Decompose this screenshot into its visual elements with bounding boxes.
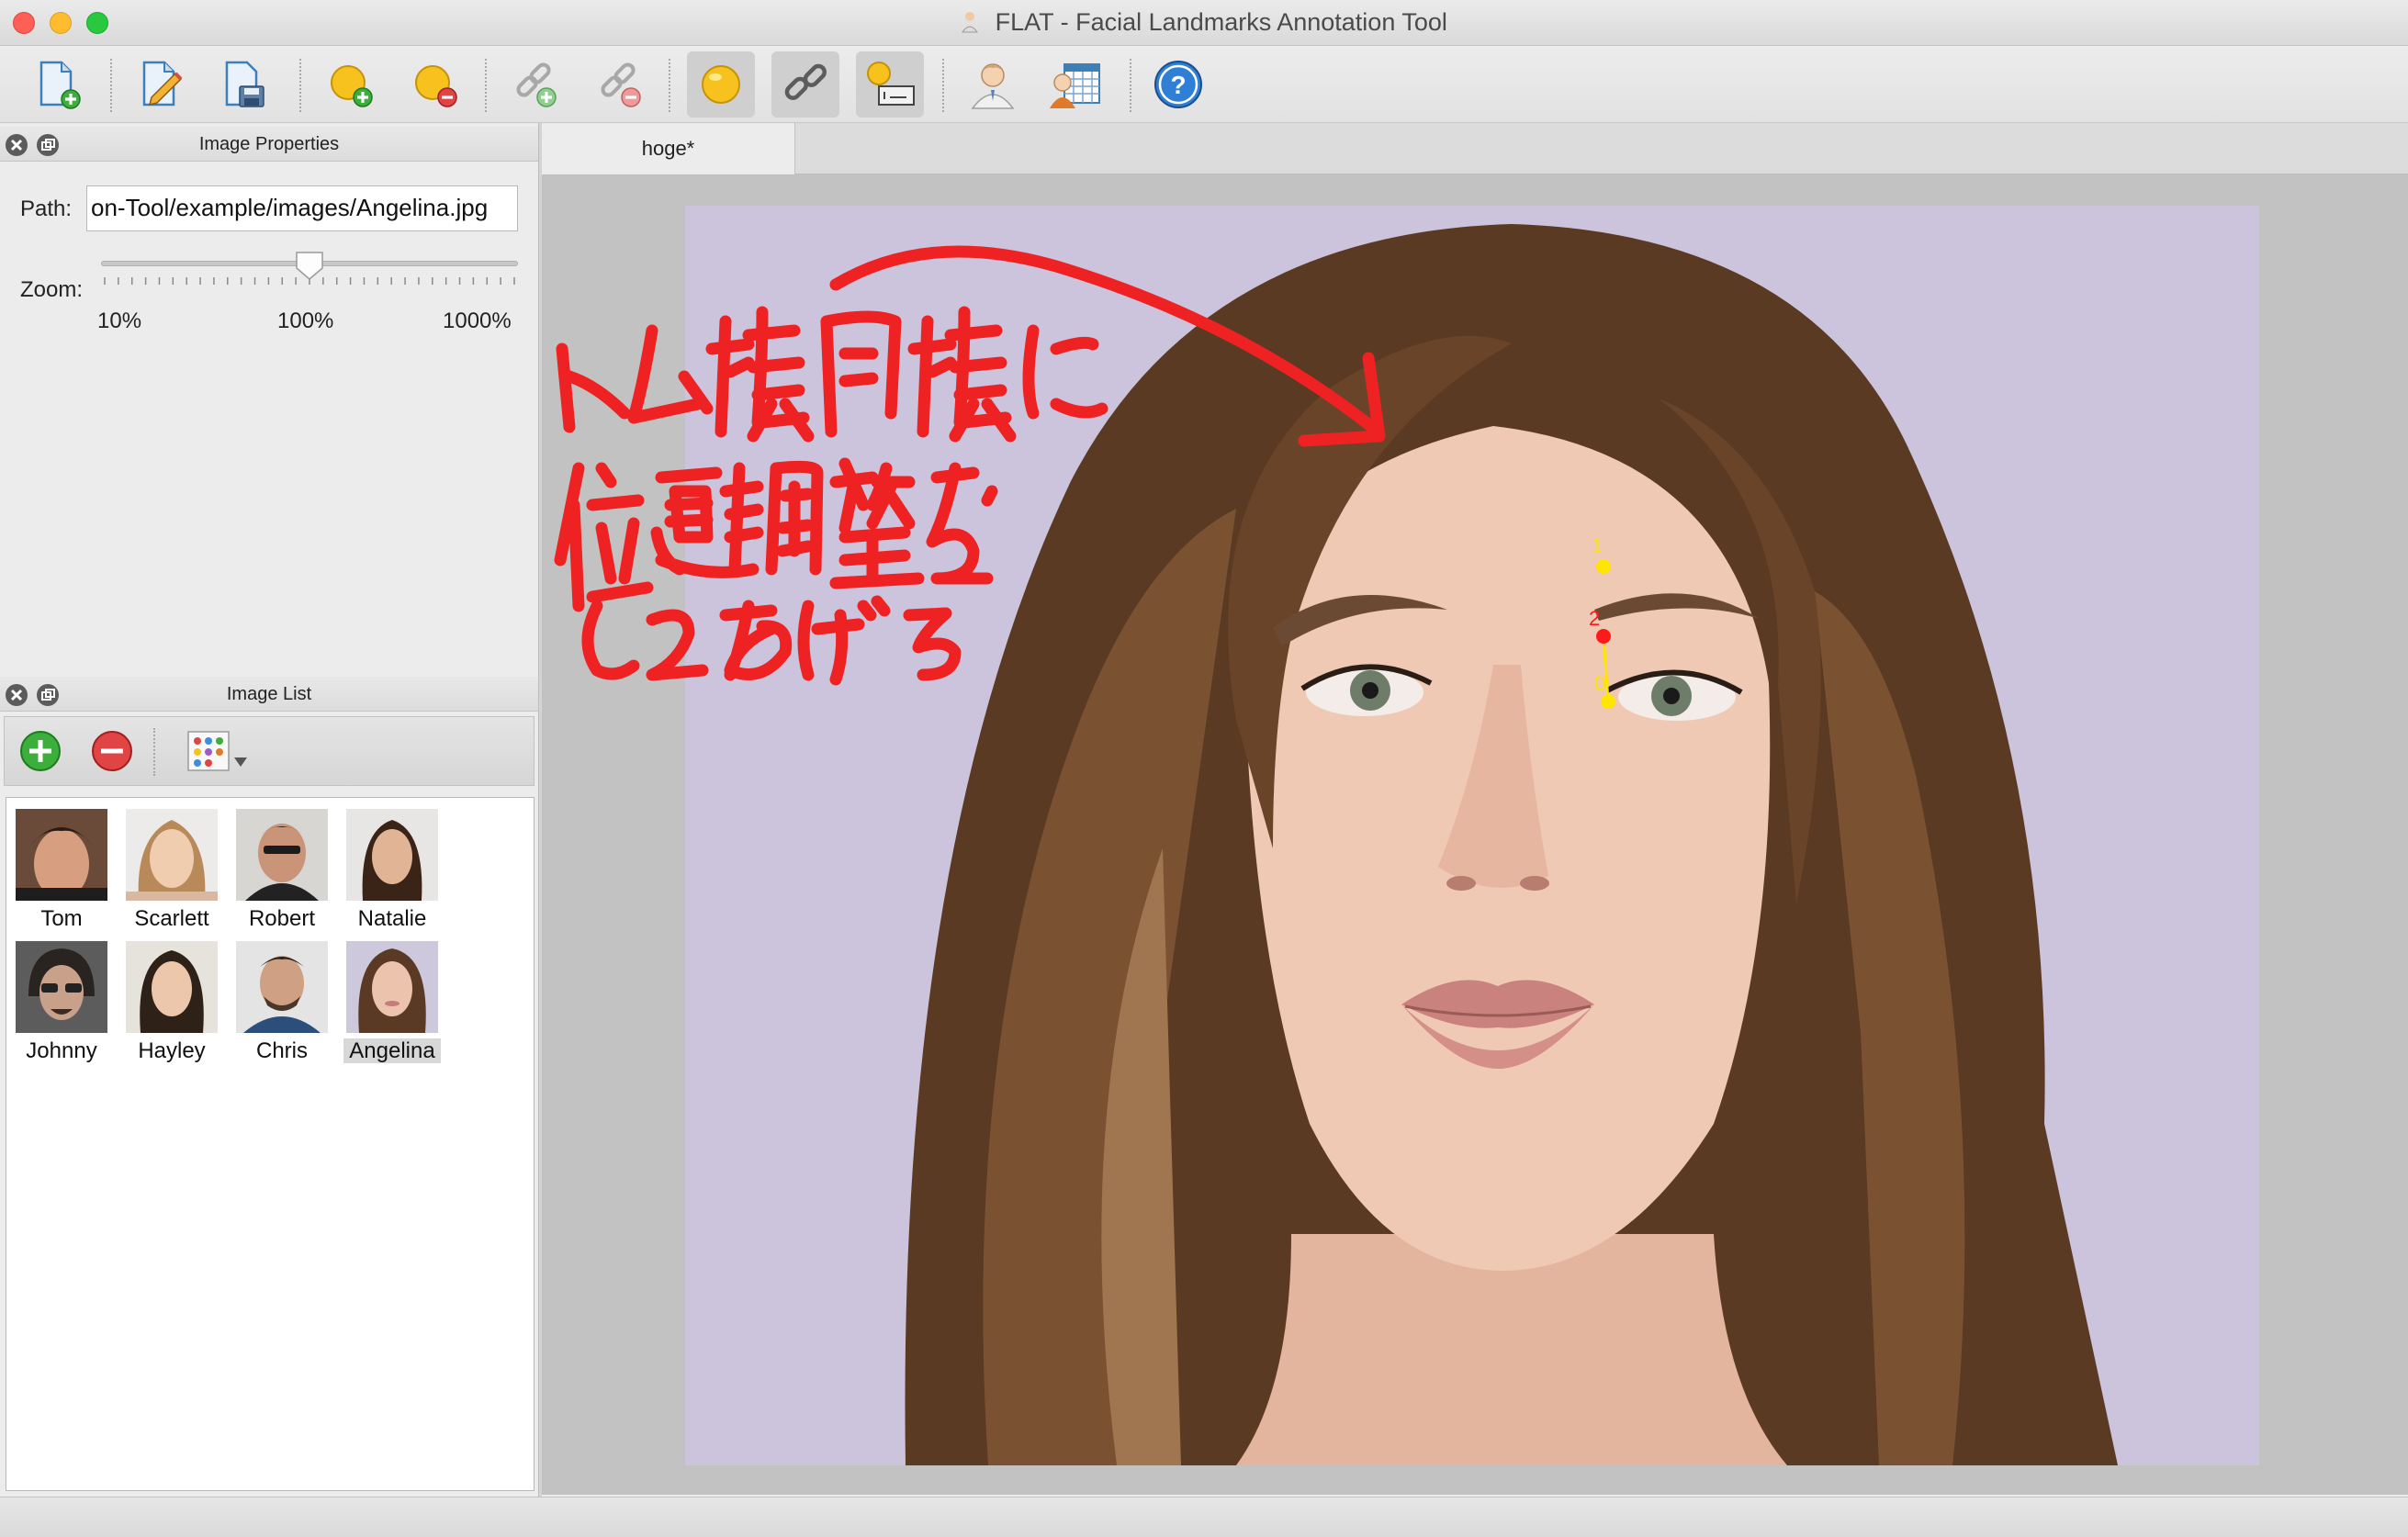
johnny-face-image [16, 941, 107, 1033]
toolbar-separator [942, 59, 944, 112]
title-bar: FLAT - Facial Landmarks Annotation Tool [0, 0, 2408, 46]
thumbnail-label: Johnny [26, 1038, 97, 1063]
add-link-button[interactable] [501, 51, 569, 118]
image-canvas[interactable]: 1 2 0 [542, 174, 2408, 1495]
remove-link-icon [601, 62, 641, 107]
thumbnail-label: Scarlett [134, 906, 209, 931]
zoom-min-label: 10% [97, 309, 142, 333]
thumbnail-chris[interactable]: Chris [229, 936, 335, 1066]
tab-label: hoge* [641, 137, 695, 160]
batch-fit-button[interactable] [1041, 51, 1109, 118]
robert-face-image [236, 809, 328, 901]
chevron-down-icon [234, 757, 247, 767]
main-toolbar: ? [0, 46, 2408, 123]
app-person-icon [962, 12, 979, 33]
angelina-face-image [346, 941, 438, 1033]
edit-project-button[interactable] [127, 51, 195, 118]
thumbnail-label: Robert [248, 906, 316, 931]
add-link-icon [516, 62, 557, 107]
thumbnail-tom[interactable]: Tom [8, 803, 115, 934]
thumbnail-hayley[interactable]: Hayley [118, 936, 225, 1066]
zoom-label: Zoom: [20, 277, 84, 302]
tom-face-image [16, 809, 107, 901]
image-list-title: Image List [226, 684, 312, 704]
natalie-face-image [346, 809, 438, 901]
thumbnail-johnny[interactable]: Johnny [8, 936, 115, 1066]
zoom-max-label: 1000% [443, 309, 512, 333]
draw-links-icon [784, 63, 827, 100]
add-landmark-icon [331, 65, 373, 107]
app-window: FLAT - Facial Landmarks Annotation Tool [0, 0, 2408, 1537]
image-properties-header: Image Properties [0, 127, 538, 162]
thumbnail-robert[interactable]: Robert [229, 803, 335, 934]
thumbnail-label: Chris [255, 1038, 308, 1063]
toolbar-separator [153, 728, 155, 776]
edit-project-icon [142, 61, 183, 107]
thumbnail-scarlett[interactable]: Scarlett [118, 803, 225, 934]
remove-landmark-icon [415, 65, 457, 107]
remove-image-button[interactable] [91, 730, 133, 772]
save-project-icon [225, 61, 264, 107]
zoom-slider-handle[interactable] [294, 250, 325, 281]
new-project-button[interactable] [24, 51, 92, 118]
hayley-face-image [126, 941, 218, 1033]
draw-ids-toggle[interactable] [856, 51, 924, 118]
image-list-header: Image List [0, 677, 538, 712]
add-image-button[interactable] [19, 730, 62, 772]
handwritten-note-strokes [554, 245, 1386, 686]
path-value: on-Tool/example/images/Angelina.jpg [91, 194, 489, 221]
thumbnail-angelina[interactable]: Angelina [339, 936, 445, 1066]
add-landmark-button[interactable] [318, 51, 386, 118]
document-tab-bar: hoge* [542, 123, 2408, 174]
image-properties-panel: Path: on-Tool/example/images/Angelina.jp… [0, 162, 538, 674]
thumbnail-label: Angelina [343, 1038, 441, 1063]
remove-landmark-button[interactable] [402, 51, 470, 118]
image-list-toolbar [4, 716, 534, 786]
remove-link-button[interactable] [586, 51, 654, 118]
toolbar-separator [110, 59, 112, 112]
draw-links-toggle[interactable] [771, 51, 839, 118]
tab-hoge[interactable]: hoge* [542, 123, 795, 174]
image-properties-title: Image Properties [198, 134, 340, 154]
svg-text:?: ? [1170, 71, 1186, 99]
new-project-icon [39, 61, 81, 109]
zoom-mid-label: 100% [277, 309, 334, 333]
status-bar [0, 1497, 2408, 1537]
thumbnail-label: Tom [40, 906, 83, 931]
batch-fit-icon [1050, 63, 1100, 108]
save-project-button[interactable] [209, 51, 277, 118]
window-title: FLAT - Facial Landmarks Annotation Tool [995, 8, 1447, 36]
toolbar-separator [299, 59, 301, 112]
window-title-wrap: FLAT - Facial Landmarks Annotation Tool [0, 8, 2408, 37]
image-thumbnail-list: Tom Scarlett Robert Natalie Johnny Hayle… [6, 797, 534, 1491]
toolbar-separator [1130, 59, 1131, 112]
draw-ids-icon [867, 62, 915, 106]
help-button[interactable]: ? [1144, 51, 1212, 118]
face-fit-icon [971, 63, 1015, 109]
toolbar-separator [485, 59, 487, 112]
landmark-point-0[interactable] [1601, 694, 1615, 709]
draw-landmarks-icon [702, 65, 740, 104]
chris-face-image [236, 941, 328, 1033]
handwritten-annotation-overlay [554, 245, 1386, 686]
thumbnail-label: Hayley [138, 1038, 206, 1063]
draw-landmarks-toggle[interactable] [687, 51, 755, 118]
path-label: Path: [20, 196, 73, 221]
thumbnail-natalie[interactable]: Natalie [339, 803, 445, 934]
view-mode-button[interactable] [186, 730, 251, 774]
thumbnail-label: Natalie [357, 906, 427, 931]
face-fit-button[interactable] [959, 51, 1027, 118]
path-input[interactable]: on-Tool/example/images/Angelina.jpg [86, 185, 518, 231]
toolbar-separator [669, 59, 670, 112]
scarlett-face-image [126, 809, 218, 901]
help-icon: ? [1154, 61, 1202, 108]
